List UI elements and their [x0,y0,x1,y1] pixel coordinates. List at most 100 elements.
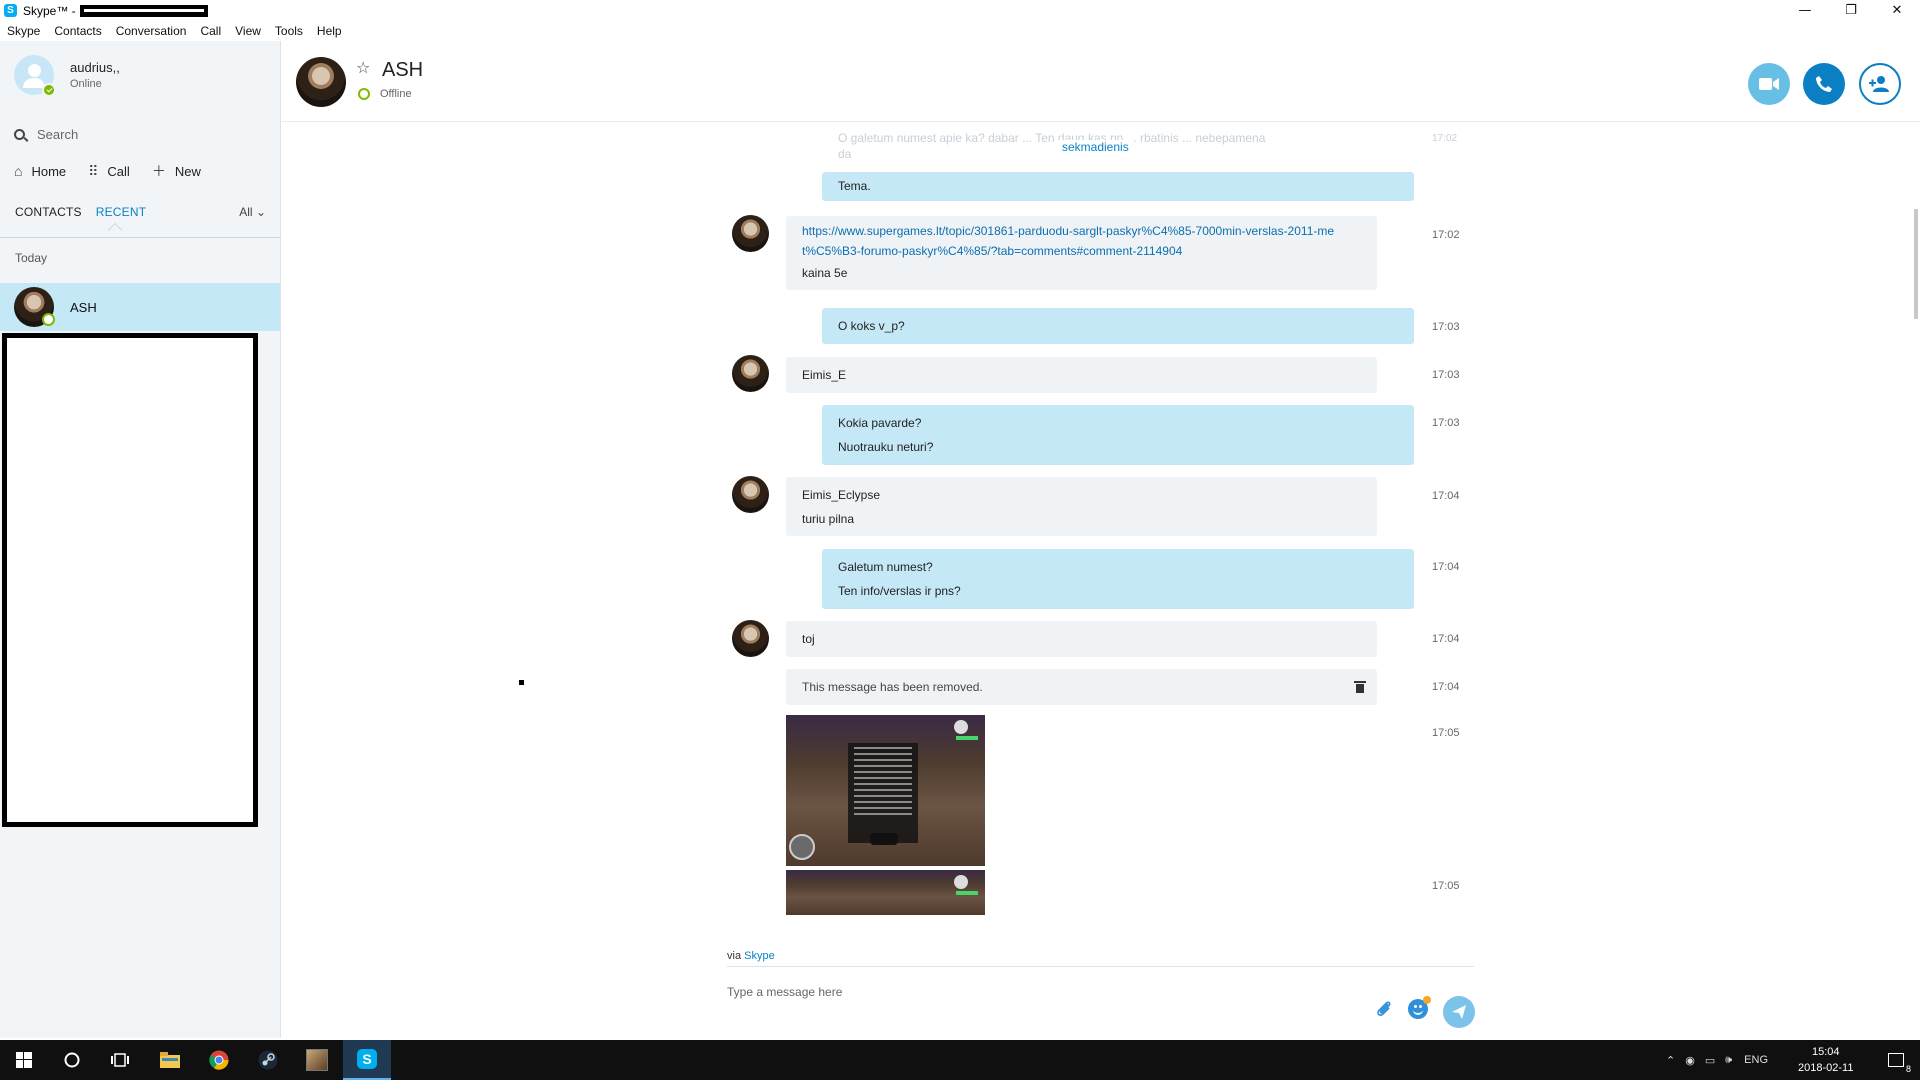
game-chat-panel [848,743,918,843]
send-button[interactable] [1443,996,1475,1028]
menu-help[interactable]: Help [310,24,349,38]
user-name: audrius,, [70,60,120,75]
action-center-button[interactable]: 8 [1872,1040,1920,1080]
incoming-message[interactable]: Eimis_E [786,357,1377,393]
call-button[interactable]: ⠿ Call [88,163,130,180]
contact-header-avatar[interactable] [296,57,346,107]
taskbar-clock[interactable]: 15:04 2018-02-11 [1798,1044,1853,1076]
tab-recent[interactable]: RECENT [96,205,147,219]
skype-taskbar-icon: S [357,1049,377,1069]
add-people-button[interactable] [1859,63,1901,105]
restore-button[interactable]: ❐ [1828,0,1874,21]
menu-skype[interactable]: Skype [0,24,47,38]
sender-avatar[interactable] [732,355,769,392]
minimize-button[interactable]: — [1782,0,1828,21]
window-title: Skype™ - [23,3,76,18]
shared-image-thumbnail[interactable] [786,870,985,915]
chrome-taskbar[interactable] [195,1040,243,1080]
redacted-contact-list [2,333,258,827]
favorite-star-icon[interactable]: ☆ [356,58,370,77]
message-input[interactable] [727,985,1327,999]
new-button[interactable]: ＋ New [152,161,201,181]
video-camera-icon [1759,78,1779,90]
outgoing-message[interactable]: O koks v_p? [822,308,1414,344]
file-explorer-taskbar[interactable] [146,1040,194,1080]
menu-view[interactable]: View [228,24,268,38]
sender-avatar[interactable] [732,620,769,657]
message-time: 17:05 [1432,880,1460,892]
conversation-title[interactable]: ASH [382,59,423,82]
filter-dropdown[interactable]: All ⌄ [239,205,266,219]
system-tray: ⌃ ◉ ▭ 🕪 ENG [1666,1040,1768,1080]
plus-icon: ＋ [151,163,166,179]
sender-avatar[interactable] [732,215,769,252]
notification-count: 8 [1905,1064,1911,1074]
recent-contact-ash[interactable]: ASH [0,283,280,331]
message-time: 17:03 [1432,321,1460,333]
audio-call-button[interactable] [1803,63,1845,105]
via-skype-link[interactable]: Skype [744,950,775,962]
incoming-message[interactable]: https://www.supergames.lt/topic/301861-p… [786,216,1377,290]
chat-scrollbar[interactable] [1914,209,1918,319]
search-box[interactable] [14,123,269,145]
title-bar: S Skype™ - — ❐ ✕ [0,0,1920,21]
message-link[interactable]: https://www.supergames.lt/topic/301861-p… [802,221,1347,261]
redacted-title-block [79,4,208,17]
outgoing-message[interactable]: Kokia pavarde? Nuotrauku neturi? [822,405,1414,465]
composer-divider [727,966,1474,967]
steam-taskbar[interactable] [244,1040,292,1080]
window-controls: — ❐ ✕ [1782,0,1920,21]
search-input[interactable] [37,126,257,142]
shared-image-thumbnail[interactable] [786,715,985,866]
game-taskbar[interactable] [293,1040,341,1080]
via-line: via Skype [727,950,775,962]
incoming-message[interactable]: toj [786,621,1377,657]
tray-chevron-up-icon[interactable]: ⌃ [1666,1054,1675,1067]
volume-icon[interactable]: 🕪 [1725,1054,1732,1067]
faded-message-time: 17:02 [1432,133,1458,144]
phone-icon [1816,76,1832,92]
menu-conversation[interactable]: Conversation [109,24,194,38]
video-call-button[interactable] [1748,63,1790,105]
home-button[interactable]: ⌂ Home [14,163,66,179]
emoticon-button[interactable] [1408,996,1431,1019]
outgoing-message[interactable]: Galetum numest? Ten info/verslas ir pns? [822,549,1414,609]
user-status[interactable]: Online [70,78,120,90]
message-text: Eimis_E [802,368,847,382]
start-button[interactable] [0,1040,48,1080]
user-profile[interactable]: audrius,, Online [14,55,120,97]
attach-file-button[interactable] [1374,999,1394,1019]
menu-bar: Skype Contacts Conversation Call View To… [0,21,349,41]
steam-tray-icon[interactable]: ◉ [1685,1054,1695,1067]
folder-icon [160,1052,180,1068]
message-time: 17:04 [1432,490,1460,502]
incoming-message[interactable]: Eimis_Eclypse turiu pilna [786,477,1377,536]
task-view-button[interactable] [96,1040,144,1080]
day-separator: sekmadienis [1057,140,1134,154]
search-icon [14,128,25,140]
menu-contacts[interactable]: Contacts [47,24,108,38]
skype-taskbar[interactable]: S [343,1040,391,1080]
tab-contacts[interactable]: CONTACTS [15,205,82,219]
outgoing-message[interactable]: Tema. [822,172,1414,201]
contact-tabs: CONTACTS RECENT All ⌄ [15,205,266,238]
menu-tools[interactable]: Tools [268,24,310,38]
offline-status-icon [42,313,55,326]
message-time: 17:03 [1432,417,1460,429]
message-text: O koks v_p? [838,319,905,333]
cortana-button[interactable] [48,1040,96,1080]
close-button[interactable]: ✕ [1874,0,1920,21]
task-view-icon [111,1053,129,1067]
removed-message[interactable]: This message has been removed. [786,669,1377,705]
message-text-line2: turiu pilna [802,512,855,526]
language-indicator[interactable]: ENG [1744,1054,1768,1066]
contact-name: ASH [70,299,97,315]
clock-date: 2018-02-11 [1798,1062,1854,1074]
menu-call[interactable]: Call [193,24,228,38]
user-avatar[interactable] [14,55,56,97]
conversation-header: ☆ ASH Offline [282,41,1920,122]
network-icon[interactable]: ▭ [1705,1054,1715,1067]
home-icon: ⌂ [14,163,23,179]
chat-history[interactable]: O galetum numest apie ka? dabar ... Ten … [282,123,1920,943]
sender-avatar[interactable] [732,476,769,513]
